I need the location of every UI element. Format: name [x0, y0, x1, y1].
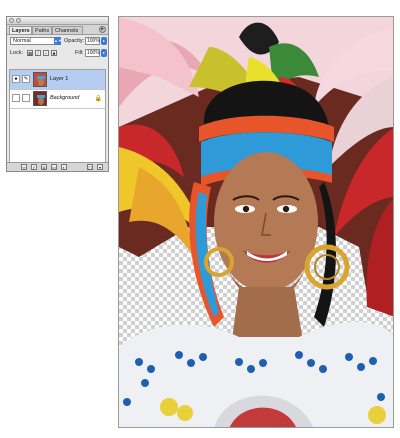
lock-label: Lock:	[10, 50, 24, 56]
layer-name: Background	[50, 95, 80, 101]
document-canvas[interactable]	[118, 16, 394, 428]
palette-menu-icon[interactable]: ▸	[99, 26, 106, 33]
palette-tabs: Layers Paths Channels ▸	[7, 25, 108, 35]
new-group-icon[interactable]: ▭	[51, 164, 57, 170]
chevron-down-icon: ▲▼	[54, 37, 62, 45]
eye-icon[interactable]: ●	[12, 75, 20, 83]
blend-mode-select[interactable]: Normal ▲▼	[10, 37, 62, 45]
layers-palette: Layers Paths Channels ▸ Normal ▲▼ Opacit…	[6, 16, 109, 172]
layer-style-icon[interactable]: ƒ	[31, 164, 37, 170]
fill-label: Fill:	[75, 50, 84, 56]
lock-position-icon[interactable]: +	[43, 50, 49, 56]
layer-mask-icon[interactable]: ◘	[41, 164, 47, 170]
lock-icon: 🔒	[94, 96, 102, 102]
blend-mode-value: Normal	[13, 38, 31, 44]
fill-stepper[interactable]: ▸	[101, 49, 107, 57]
close-icon[interactable]	[9, 18, 14, 23]
link-toggle[interactable]	[22, 94, 30, 102]
visibility-toggle[interactable]	[12, 94, 20, 102]
link-layers-icon[interactable]: ∞	[21, 164, 27, 170]
palette-titlebar[interactable]	[7, 17, 108, 25]
palette-bottom-bar: ∞ ƒ ◘ ▭ ◐ ▢ ▾	[7, 162, 108, 171]
trash-icon[interactable]: ▾	[97, 164, 103, 170]
layer-row-background[interactable]: Background 🔒	[10, 89, 105, 109]
layer-thumbnail	[33, 72, 47, 87]
tab-paths[interactable]: Paths	[32, 26, 52, 34]
tab-channels[interactable]: Channels	[52, 26, 83, 34]
opacity-field[interactable]: 100%	[85, 37, 100, 45]
opacity-stepper[interactable]: ▸	[101, 37, 107, 45]
lock-row: Lock: ▦ / + ■ Fill: 100% ▸	[7, 48, 108, 58]
layer-list: ● ✎ Layer 1 Background 🔒	[9, 69, 106, 164]
blend-row: Normal ▲▼ Opacity: 100% ▸	[7, 36, 108, 46]
minimize-icon[interactable]	[16, 18, 21, 23]
lock-all-icon[interactable]: ■	[51, 50, 57, 56]
photo-layer	[119, 17, 393, 427]
new-layer-icon[interactable]: ▢	[87, 164, 93, 170]
fill-field[interactable]: 100%	[85, 49, 100, 57]
layer-name: Layer 1	[50, 76, 69, 82]
opacity-label: Opacity:	[64, 38, 85, 44]
lock-image-icon[interactable]: /	[35, 50, 41, 56]
background-thumbnail	[33, 91, 47, 106]
adjustment-layer-icon[interactable]: ◐	[61, 164, 67, 170]
lock-transparency-icon[interactable]: ▦	[27, 50, 33, 56]
tab-layers[interactable]: Layers	[9, 26, 32, 34]
brush-icon[interactable]: ✎	[22, 75, 30, 83]
layer-row-layer-1[interactable]: ● ✎ Layer 1	[10, 70, 105, 90]
